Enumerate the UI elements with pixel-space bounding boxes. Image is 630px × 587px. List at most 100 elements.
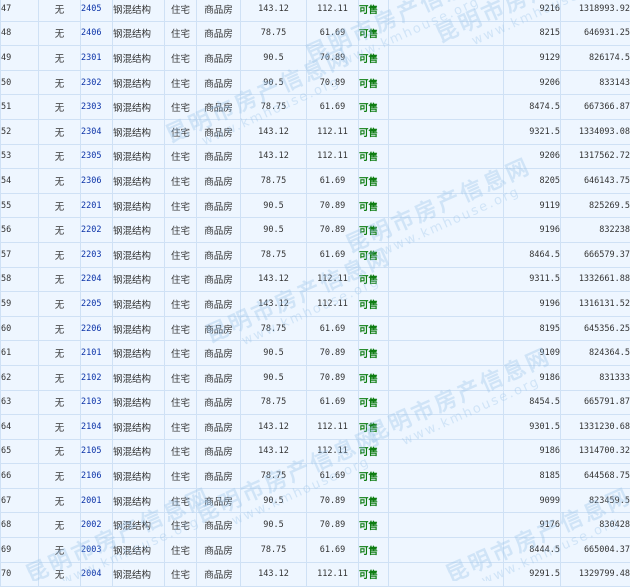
mortgage-cell: 无 <box>39 365 81 390</box>
structure-cell: 钢混结构 <box>113 0 165 21</box>
structure-cell: 钢混结构 <box>113 415 165 440</box>
room-number-link[interactable]: 2302 <box>81 78 101 88</box>
room-number-link[interactable]: 2201 <box>81 201 101 211</box>
room-number-link[interactable]: 2406 <box>81 28 101 38</box>
room-number-link[interactable]: 2301 <box>81 53 101 63</box>
usage-cell: 住宅 <box>165 46 197 71</box>
room-number-link[interactable]: 2103 <box>81 397 101 407</box>
room-number-link[interactable]: 2405 <box>81 4 101 14</box>
house-type-cell: 商品房 <box>197 169 241 194</box>
house-type-cell: 商品房 <box>197 316 241 341</box>
mortgage-cell: 无 <box>39 144 81 169</box>
room-number-link[interactable]: 2306 <box>81 176 101 186</box>
sale-status-cell: 可售 <box>359 562 389 587</box>
build-area-cell: 78.75 <box>241 242 307 267</box>
total-price-cell: 823459.5 <box>561 488 630 513</box>
build-area-cell: 78.75 <box>241 21 307 46</box>
build-area-cell: 143.12 <box>241 267 307 292</box>
mortgage-cell: 无 <box>39 169 81 194</box>
unit-price-cell: 9099 <box>504 488 561 513</box>
room-number-link[interactable]: 2303 <box>81 102 101 112</box>
room-number-link[interactable]: 2003 <box>81 545 101 555</box>
unit-price-cell: 8474.5 <box>504 95 561 120</box>
room-number-link[interactable]: 2102 <box>81 373 101 383</box>
room-number-link[interactable]: 2105 <box>81 446 101 456</box>
usage-cell: 住宅 <box>165 119 197 144</box>
usage-cell: 住宅 <box>165 169 197 194</box>
house-type-cell: 商品房 <box>197 119 241 144</box>
room-number-link[interactable]: 2304 <box>81 127 101 137</box>
row-number: 67 <box>1 488 39 513</box>
unit-price-cell: 9206 <box>504 70 561 95</box>
room-number-cell: 2103 <box>81 390 113 415</box>
room-number-cell: 2405 <box>81 0 113 21</box>
sale-status-cell: 可售 <box>359 193 389 218</box>
row-number: 55 <box>1 193 39 218</box>
total-price-cell: 1317562.72 <box>561 144 630 169</box>
structure-cell: 钢混结构 <box>113 21 165 46</box>
room-number-link[interactable]: 2101 <box>81 348 101 358</box>
inner-area-cell: 61.69 <box>307 169 359 194</box>
mortgage-cell: 无 <box>39 95 81 120</box>
room-number-link[interactable]: 2202 <box>81 225 101 235</box>
inner-area-cell: 70.89 <box>307 46 359 71</box>
room-number-link[interactable]: 2204 <box>81 274 101 284</box>
table-row: 68 无 2002 钢混结构 住宅 商品房 90.5 70.89 可售 9176… <box>1 513 630 538</box>
room-number-link[interactable]: 2002 <box>81 520 101 530</box>
empty-cell <box>389 218 504 243</box>
usage-cell: 住宅 <box>165 439 197 464</box>
unit-price-cell: 9301.5 <box>504 415 561 440</box>
build-area-cell: 143.12 <box>241 415 307 440</box>
table-row: 62 无 2102 钢混结构 住宅 商品房 90.5 70.89 可售 9186… <box>1 365 630 390</box>
mortgage-cell: 无 <box>39 21 81 46</box>
inner-area-cell: 112.11 <box>307 144 359 169</box>
total-price-cell: 645356.25 <box>561 316 630 341</box>
row-number: 52 <box>1 119 39 144</box>
inner-area-cell: 112.11 <box>307 0 359 21</box>
inner-area-cell: 61.69 <box>307 390 359 415</box>
room-number-link[interactable]: 2001 <box>81 496 101 506</box>
structure-cell: 钢混结构 <box>113 390 165 415</box>
structure-cell: 钢混结构 <box>113 95 165 120</box>
room-number-link[interactable]: 2004 <box>81 569 101 579</box>
sale-status-cell: 可售 <box>359 316 389 341</box>
build-area-cell: 143.12 <box>241 292 307 317</box>
room-number-link[interactable]: 2104 <box>81 422 101 432</box>
room-number-link[interactable]: 2305 <box>81 151 101 161</box>
room-number-link[interactable]: 2206 <box>81 324 101 334</box>
room-number-cell: 2104 <box>81 415 113 440</box>
room-number-cell: 2004 <box>81 562 113 587</box>
mortgage-cell: 无 <box>39 292 81 317</box>
table-row: 49 无 2301 钢混结构 住宅 商品房 90.5 70.89 可售 9129… <box>1 46 630 71</box>
structure-cell: 钢混结构 <box>113 119 165 144</box>
table-row: 52 无 2304 钢混结构 住宅 商品房 143.12 112.11 可售 9… <box>1 119 630 144</box>
usage-cell: 住宅 <box>165 0 197 21</box>
build-area-cell: 143.12 <box>241 144 307 169</box>
sale-status-cell: 可售 <box>359 439 389 464</box>
room-number-link[interactable]: 2205 <box>81 299 101 309</box>
house-type-cell: 商品房 <box>197 242 241 267</box>
structure-cell: 钢混结构 <box>113 46 165 71</box>
inner-area-cell: 70.89 <box>307 341 359 366</box>
empty-cell <box>389 21 504 46</box>
table-body: 47 无 2405 钢混结构 住宅 商品房 143.12 112.11 可售 9… <box>1 0 630 587</box>
build-area-cell: 78.75 <box>241 464 307 489</box>
table-row: 70 无 2004 钢混结构 住宅 商品房 143.12 112.11 可售 9… <box>1 562 630 587</box>
usage-cell: 住宅 <box>165 218 197 243</box>
usage-cell: 住宅 <box>165 144 197 169</box>
inner-area-cell: 61.69 <box>307 242 359 267</box>
mortgage-cell: 无 <box>39 0 81 21</box>
table-row: 59 无 2205 钢混结构 住宅 商品房 143.12 112.11 可售 9… <box>1 292 630 317</box>
house-type-cell: 商品房 <box>197 365 241 390</box>
total-price-cell: 1332661.88 <box>561 267 630 292</box>
usage-cell: 住宅 <box>165 513 197 538</box>
usage-cell: 住宅 <box>165 538 197 563</box>
room-number-link[interactable]: 2203 <box>81 250 101 260</box>
room-number-cell: 2002 <box>81 513 113 538</box>
mortgage-cell: 无 <box>39 464 81 489</box>
mortgage-cell: 无 <box>39 316 81 341</box>
total-price-cell: 646931.25 <box>561 21 630 46</box>
sale-status-cell: 可售 <box>359 365 389 390</box>
room-number-link[interactable]: 2106 <box>81 471 101 481</box>
house-type-cell: 商品房 <box>197 46 241 71</box>
